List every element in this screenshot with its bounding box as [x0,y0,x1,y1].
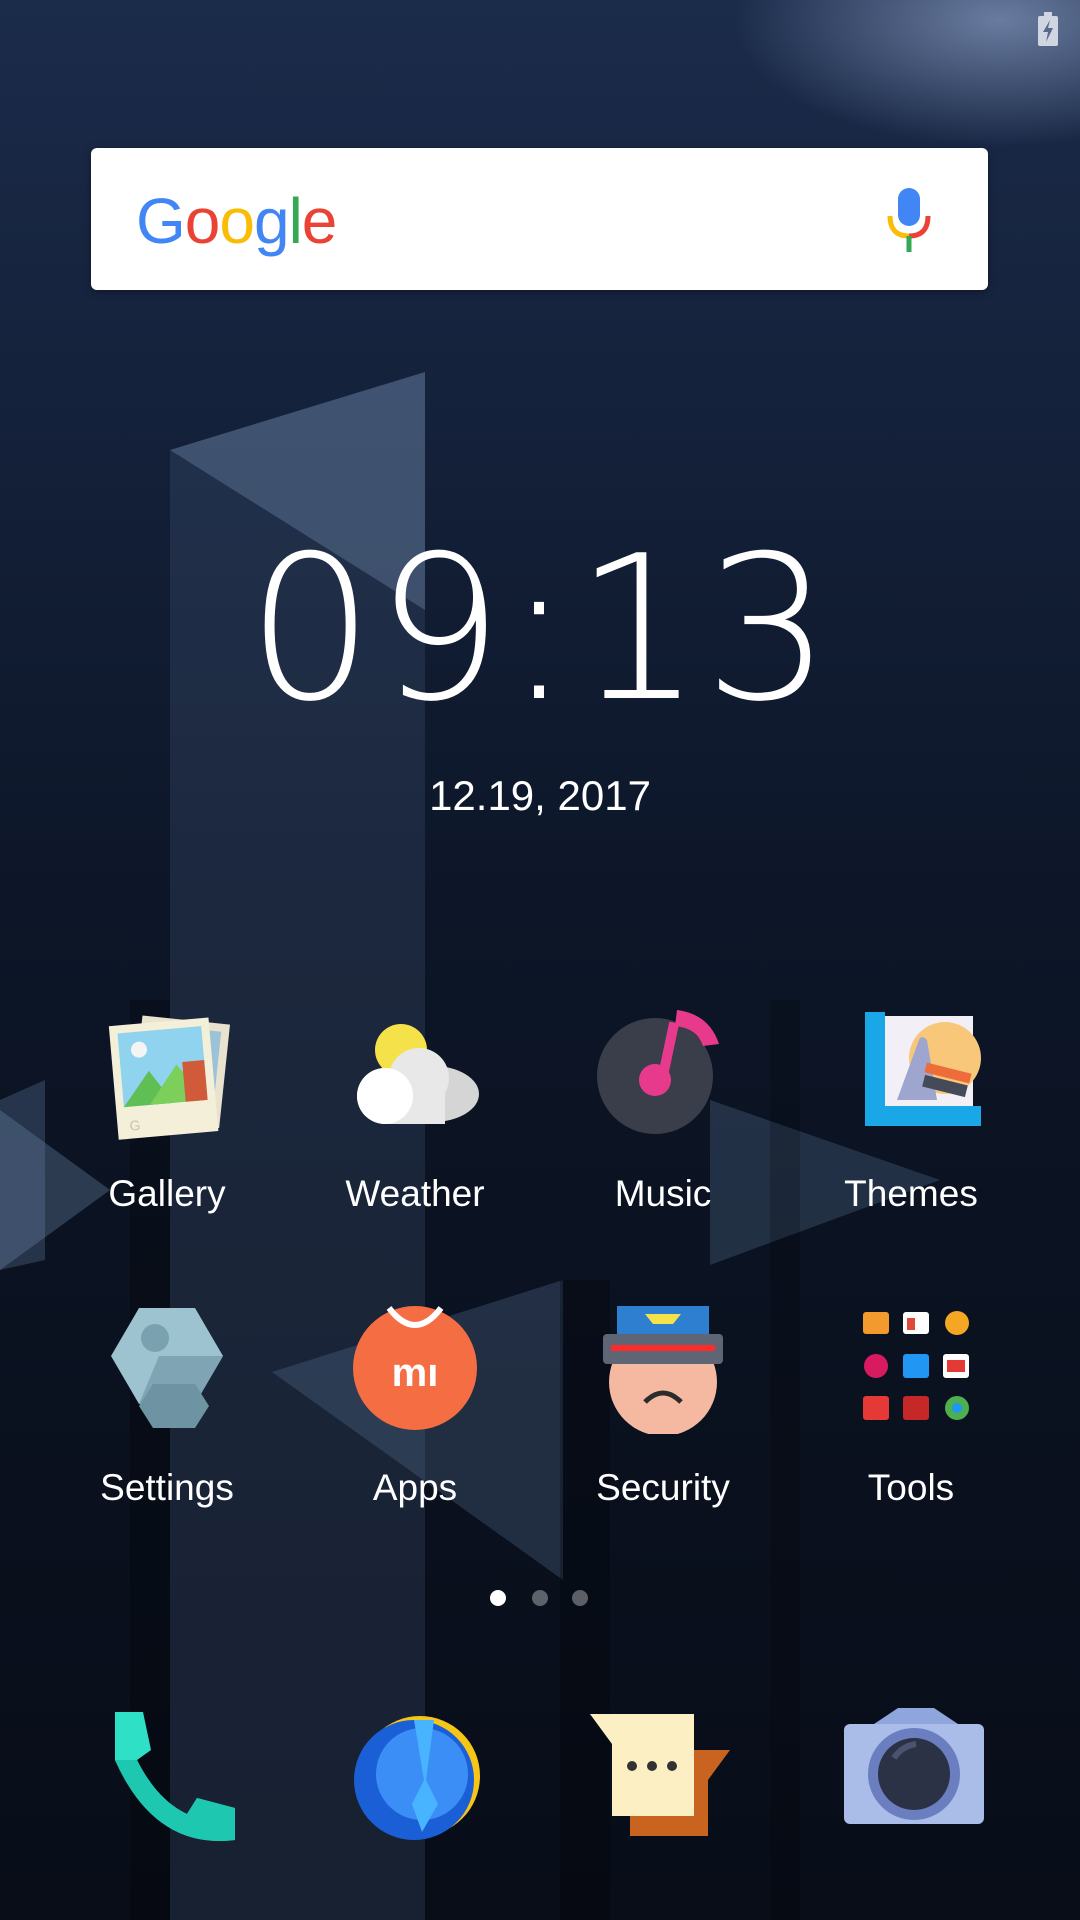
app-label: Apps [372,1467,458,1508]
music-icon [597,1010,719,1134]
app-gallery[interactable]: G Gallery [42,1000,292,1250]
clock-time[interactable]: 09:13 [0,530,1080,730]
app-settings[interactable]: Settings [42,1294,292,1544]
app-weather[interactable]: Weather [290,1000,540,1250]
app-themes[interactable]: Themes [786,1000,1036,1250]
page-dot-3[interactable] [572,1590,588,1606]
page-indicator[interactable] [0,1590,1080,1610]
camera-icon[interactable] [838,1700,988,1850]
page-dot-1[interactable] [490,1590,506,1606]
google-search-bar[interactable]: Google [91,148,988,290]
app-label: Music [614,1173,712,1214]
google-logo: Google [136,185,337,257]
gallery-icon: G [108,1015,230,1140]
app-label: Themes [844,1173,978,1214]
security-icon [603,1306,723,1434]
app-label: Security [596,1467,730,1508]
app-security[interactable]: Security [538,1294,788,1544]
app-music[interactable]: Music [538,1000,788,1250]
mi-logo-text: mı [392,1351,439,1395]
clock-date[interactable]: 12.19, 2017 [0,772,1080,820]
app-mi-apps[interactable]: mı Apps [290,1294,540,1544]
microphone-icon[interactable] [886,188,932,252]
mi-apps-icon: mı [353,1306,477,1430]
battery-charging-icon [1038,12,1058,46]
dock [0,1700,1080,1860]
app-tools-folder[interactable]: Tools [786,1294,1036,1544]
weather-icon [357,1024,479,1124]
phone-icon[interactable] [95,1700,245,1850]
messages-icon[interactable] [590,1700,740,1850]
page-dot-2[interactable] [532,1590,548,1606]
browser-icon[interactable] [342,1700,492,1850]
app-label: Gallery [108,1173,226,1214]
app-label: Settings [100,1467,234,1508]
settings-icon [111,1308,223,1428]
app-label: Tools [867,1467,955,1508]
themes-icon [865,1012,981,1126]
status-bar [0,0,1080,60]
tools-folder-icon [863,1311,969,1420]
svg-text:G: G [129,1117,141,1134]
app-label: Weather [345,1173,485,1214]
